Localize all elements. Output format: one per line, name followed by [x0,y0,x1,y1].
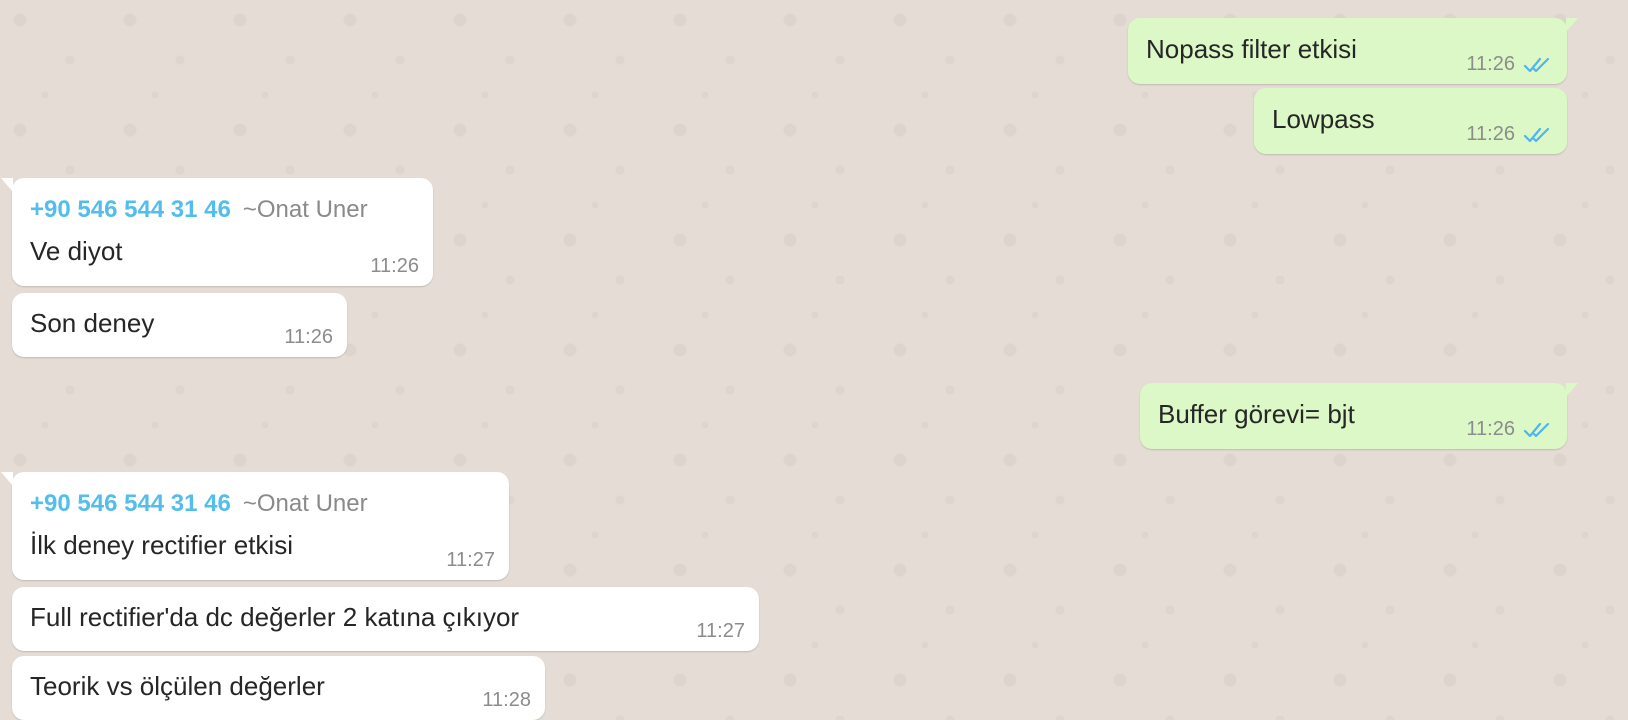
message-text: Lowpass [1272,104,1375,134]
message-bubble-incoming[interactable]: Teorik vs ölçülen değerler 11:28 [12,656,545,720]
bubble-tail [1566,18,1578,32]
sender-name: ~Onat Uner [242,490,368,517]
message-meta: 11:27 [696,620,745,643]
message-time: 11:26 [370,255,419,277]
message-meta: 11:27 [446,549,495,572]
message-time: 11:27 [446,549,495,571]
message-time: 11:26 [1466,123,1515,145]
message-text: Buffer görevi= bjt [1158,399,1355,429]
message-meta: 11:26 [284,326,333,349]
message-time: 11:27 [696,620,745,642]
message-text: Teorik vs ölçülen değerler [30,671,325,701]
message-time: 11:26 [1466,53,1515,75]
message-text: İlk deney rectifier etkisi [30,530,293,560]
message-bubble-incoming[interactable]: Son deney 11:26 [12,293,347,357]
sender-header: +90 546 544 31 46 ~Onat Uner [30,490,368,518]
message-bubble-outgoing[interactable]: Buffer görevi= bjt 11:26 [1140,383,1578,449]
message-bubble-incoming[interactable]: Full rectifier'da dc değerler 2 katına ç… [12,587,759,651]
message-text: Ve diyot [30,236,123,266]
sender-header: +90 546 544 31 46 ~Onat Uner [30,196,368,224]
message-text: Son deney [30,308,155,338]
message-meta: 11:26 [1466,418,1553,441]
sender-phone[interactable]: +90 546 544 31 46 [30,196,231,223]
bubble-tail [1566,383,1578,397]
message-meta: 11:28 [482,689,531,712]
message-meta: 11:26 [1466,123,1553,146]
message-time: 11:26 [1466,418,1515,440]
message-text: Full rectifier'da dc değerler 2 katına ç… [30,602,520,632]
message-meta: 11:26 [1466,53,1553,76]
message-bubble-outgoing[interactable]: Nopass filter etkisi 11:26 [1128,18,1578,84]
double-check-read-icon [1523,57,1550,72]
message-text: Nopass filter etkisi [1146,34,1357,64]
double-check-read-icon [1523,422,1550,437]
message-bubble-outgoing[interactable]: Lowpass 11:26 [1254,88,1567,154]
double-check-read-icon [1523,127,1550,142]
bubble-tail [1,472,13,486]
message-bubble-incoming[interactable]: +90 546 544 31 46 ~Onat Uner Ve diyot 11:… [1,178,433,286]
message-meta: 11:26 [370,255,419,278]
sender-phone[interactable]: +90 546 544 31 46 [30,490,231,517]
message-bubble-incoming[interactable]: +90 546 544 31 46 ~Onat Uner İlk deney re… [1,472,509,580]
message-time: 11:28 [482,689,531,711]
message-time: 11:26 [284,326,333,348]
sender-name: ~Onat Uner [242,196,368,223]
bubble-tail [1,178,13,192]
